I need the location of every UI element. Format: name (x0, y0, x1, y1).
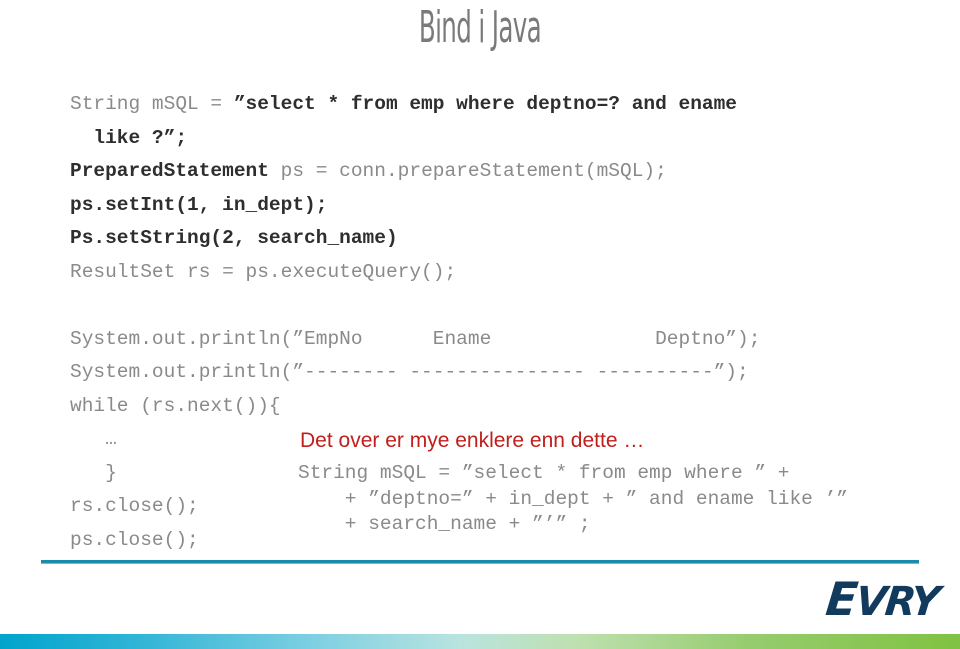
code-run: Ps.setString(2, search_name) (70, 227, 398, 249)
code-run: while (rs.next()){ (70, 394, 281, 417)
bottom-gradient-bar (0, 634, 960, 649)
code-run: System.out.println(”-------- -----------… (70, 361, 749, 383)
code-line: ps.setInt(1, in_dept); (70, 189, 900, 223)
code-line: … (70, 428, 117, 450)
code-line: while (rs.next()){ (70, 390, 900, 424)
callout-text: Det over er mye enklere enn dette … (300, 429, 645, 452)
code-line: String mSQL = ”select * from emp where d… (70, 88, 900, 122)
code-line: rs.close(); (70, 495, 199, 517)
code-line: Ps.setString(2, search_name) (70, 222, 900, 256)
code-line: System.out.println(”-------- -----------… (70, 356, 900, 390)
code-run: ps = conn.prepareStatement(mSQL); (280, 160, 667, 182)
code-line: System.out.println(”EmpNo Ename Deptno”)… (70, 323, 900, 357)
code-line: + ”deptno=” + in_dept + ” and ename like… (298, 487, 848, 510)
code-line: + search_name + ”’” ; (298, 513, 591, 535)
code-line: String mSQL = ”select * from emp where ”… (298, 462, 790, 484)
code-block-main: String mSQL = ”select * from emp where d… (70, 88, 900, 423)
code-run: ResultSet rs = ps.executeQuery(); (70, 260, 457, 283)
code-run: String mSQL = (70, 93, 234, 115)
code-run: ”select * from emp where deptno=? and en… (233, 93, 738, 115)
code-run: like ?”; (70, 126, 188, 149)
code-block-lower-left: … } rs.close(); ps.close(); (70, 423, 199, 557)
page-title: Bind i Java (418, 2, 542, 53)
code-run: PreparedStatement (70, 160, 281, 182)
evry-logo: EVRY (823, 572, 941, 626)
code-run: ps.setInt(1, in_dept); (70, 193, 328, 216)
code-line: like ?”; (70, 122, 900, 156)
code-run: System.out.println(”EmpNo Ename Deptno”)… (70, 327, 761, 350)
code-line: ResultSet rs = ps.executeQuery(); (70, 256, 900, 290)
code-block-lower-right: String mSQL = ”select * from emp where ”… (298, 461, 848, 538)
code-line: PreparedStatement ps = conn.prepareState… (70, 155, 900, 189)
footer-divider (41, 560, 919, 564)
code-line: } (70, 461, 117, 484)
evry-logo-rest: VRY (852, 579, 941, 625)
code-line: ps.close(); (70, 528, 199, 551)
